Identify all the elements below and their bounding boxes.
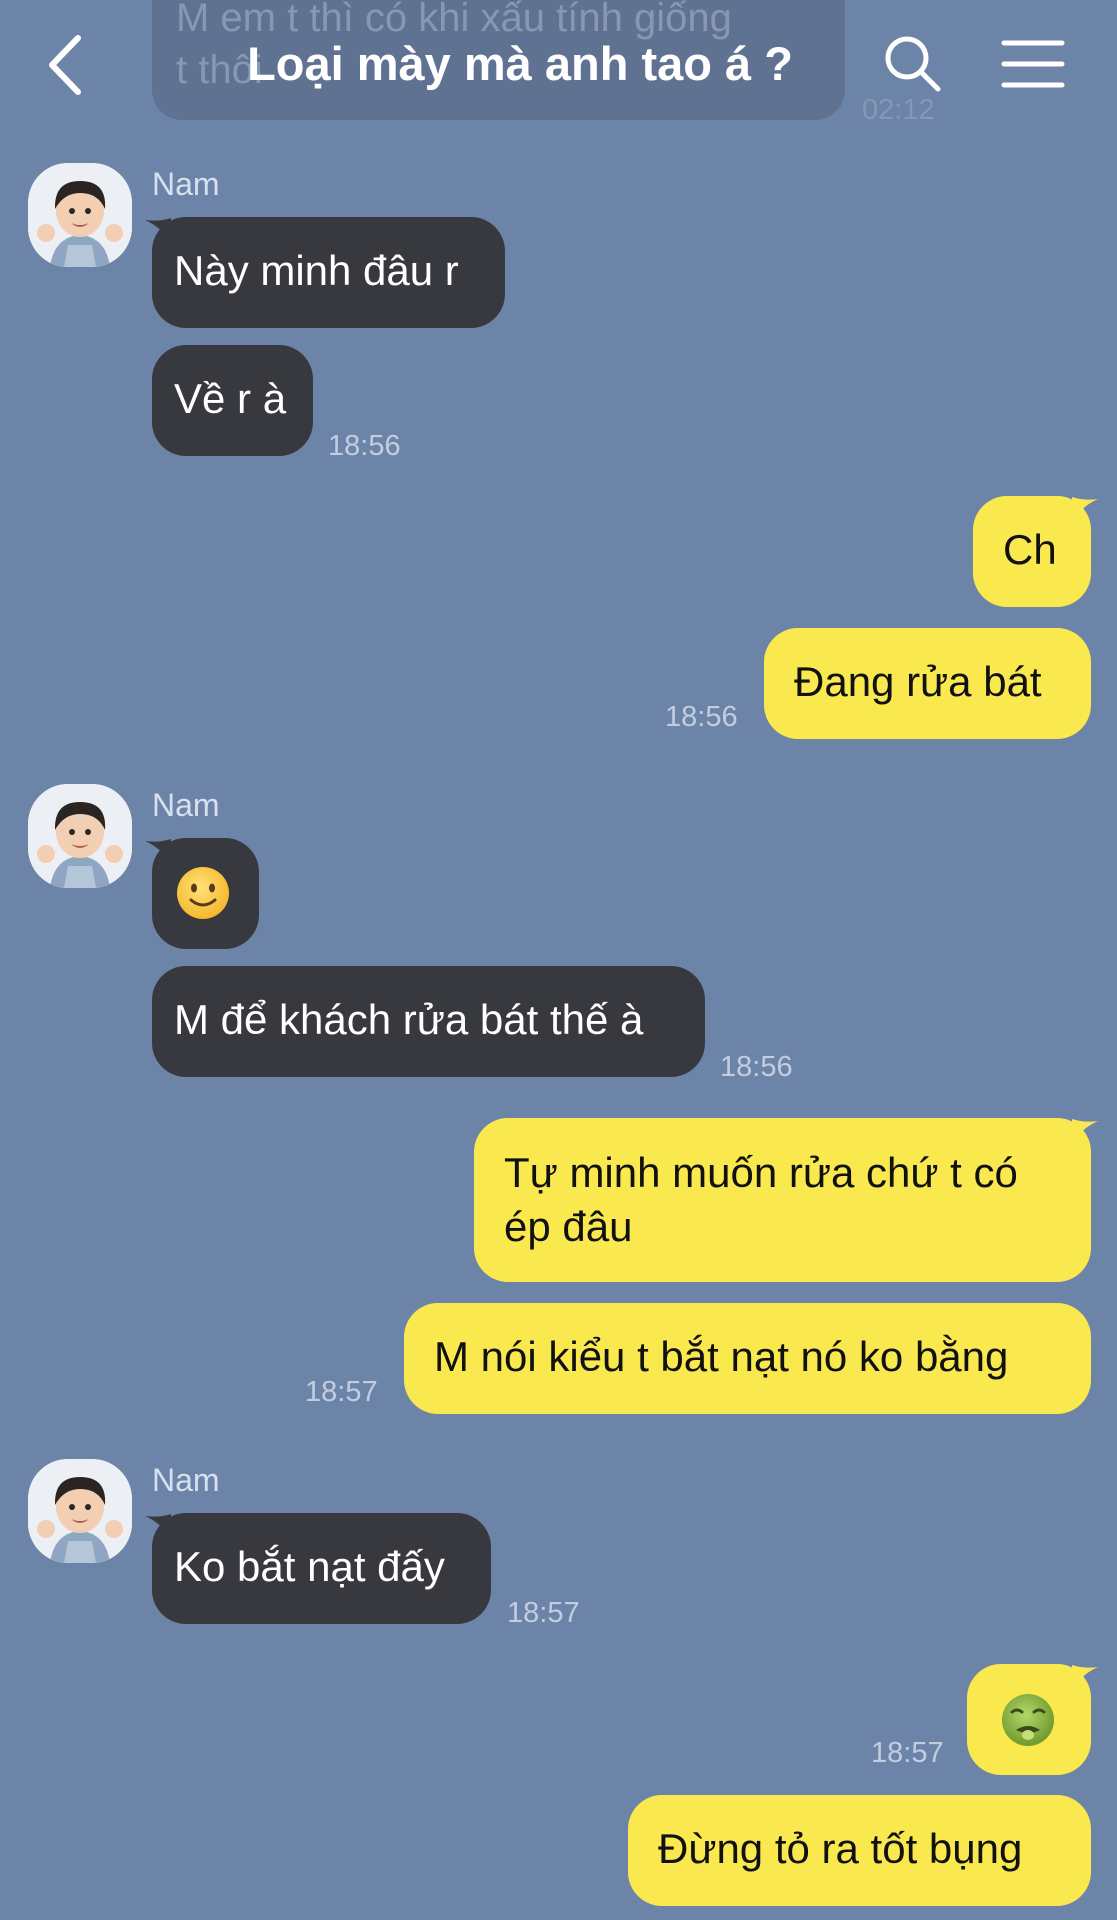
message-text: Tự minh muốn rửa chứ t có ép đâu: [504, 1149, 1018, 1250]
message-bubble[interactable]: [967, 1664, 1091, 1775]
message-bubble[interactable]: Đang rửa bát: [764, 628, 1091, 739]
message-time: 18:56: [328, 430, 401, 462]
back-button[interactable]: [38, 30, 98, 100]
message-time: 18:57: [871, 1737, 944, 1769]
message-bubble[interactable]: Này minh đâu r: [152, 217, 505, 328]
sender-avatar[interactable]: [28, 163, 132, 267]
child-avatar-icon: [28, 784, 132, 888]
search-icon: [885, 36, 941, 92]
message-bubble[interactable]: M nói kiểu t bắt nạt nó ko bằng: [404, 1303, 1091, 1414]
message-bubble[interactable]: Đừng tỏ ra tốt bụng: [628, 1795, 1091, 1906]
message-text: Về r à: [174, 375, 287, 422]
message-bubble[interactable]: Ko bắt nạt đấy: [152, 1513, 491, 1624]
slightly-smiling-face-emoji: [177, 867, 229, 919]
message-time: 18:57: [507, 1597, 580, 1629]
sender-name: Nam: [152, 787, 220, 823]
message-text: Ko bắt nạt đấy: [174, 1543, 445, 1590]
message-text: Đang rửa bát: [794, 658, 1042, 705]
sender-avatar[interactable]: [28, 1459, 132, 1563]
chat-header: Loại mày mà anh tao á ?: [0, 0, 1117, 130]
nauseated-face-emoji: [1002, 1694, 1054, 1746]
chat-title: Loại mày mà anh tao á ?: [247, 37, 793, 90]
message-text: Ch: [1003, 526, 1057, 573]
message-text: Đừng tỏ ra tốt bụng: [658, 1825, 1023, 1872]
child-avatar-icon: [28, 163, 132, 267]
sender-name: Nam: [152, 1462, 220, 1498]
message-bubble[interactable]: M để khách rửa bát thế à: [152, 966, 705, 1077]
message-text: M để khách rửa bát thế à: [174, 996, 644, 1043]
message-bubble[interactable]: Tự minh muốn rửa chứ t có ép đâu: [474, 1118, 1091, 1282]
sender-name: Nam: [152, 166, 220, 202]
search-button[interactable]: [883, 34, 943, 94]
message-time: 18:56: [720, 1051, 793, 1083]
message-time: 18:56: [665, 701, 738, 733]
menu-button[interactable]: [1000, 38, 1066, 90]
message-bubble[interactable]: Ch: [973, 496, 1091, 607]
sender-avatar[interactable]: [28, 784, 132, 888]
chat-screen: M em t thì có khi xấu tính giống t thôi …: [0, 0, 1117, 1920]
message-time: 18:57: [305, 1376, 378, 1408]
message-bubble[interactable]: [152, 838, 259, 949]
chevron-left-icon: [49, 35, 81, 95]
message-bubble[interactable]: Về r à: [152, 345, 313, 456]
hamburger-menu-icon: [1001, 40, 1065, 88]
child-avatar-icon: [28, 1459, 132, 1563]
message-text: Này minh đâu r: [174, 247, 459, 294]
message-text: M nói kiểu t bắt nạt nó ko bằng: [434, 1333, 1009, 1380]
